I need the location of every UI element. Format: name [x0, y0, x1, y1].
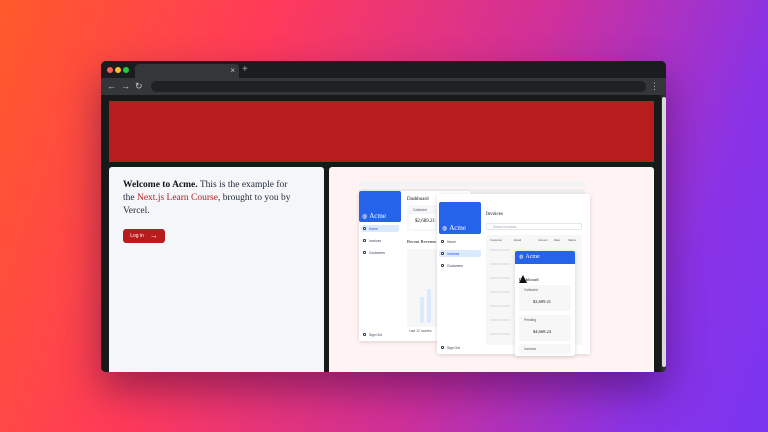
tablet-col-status: Status: [568, 238, 576, 242]
mouse-cursor-icon: [519, 275, 527, 283]
close-window-button[interactable]: [107, 67, 113, 73]
tablet-logo: ◍ Acme: [442, 224, 466, 232]
arrow-right-icon: →: [149, 231, 158, 240]
table-row: [490, 277, 510, 279]
globe-icon: ◍: [362, 213, 368, 220]
welcome-lead: Welcome to Acme.: [123, 180, 198, 190]
mobile-card-invoices: Invoices: [519, 344, 571, 354]
desktop-nav-customers-label: Customers: [369, 251, 385, 255]
users-icon: [363, 251, 366, 254]
tablet-nav-customers-label: Customers: [447, 264, 463, 268]
mobile-card-collected: Collected $2,689.21: [519, 285, 571, 311]
desktop-logo: ◍ Acme: [362, 212, 386, 220]
maximize-window-button[interactable]: [123, 67, 129, 73]
desktop-logo-box: ◍ Acme: [359, 191, 401, 222]
tablet-nav-home[interactable]: Home: [439, 238, 481, 245]
tablet-title: Invoices: [486, 212, 503, 217]
desktop-logo-text: Acme: [369, 212, 386, 220]
table-row: [490, 305, 510, 307]
mobile-header: ◍ Acme: [515, 251, 575, 264]
browser-window: × + ← → ↻ ⋮ Welcome to Acme. This is the…: [101, 61, 666, 372]
preview-panel: ◍ Acme Home Invoices Customers Sign Out D…: [329, 167, 654, 372]
reload-icon[interactable]: ↻: [135, 80, 143, 93]
mobile-card-value: $4,668.24: [533, 329, 551, 334]
globe-icon: ◍: [519, 255, 524, 260]
back-arrow-icon[interactable]: ←: [107, 80, 116, 93]
desktop-card-value: $2,689.21: [415, 219, 435, 224]
table-row: [490, 249, 510, 251]
mobile-card-pending: Pending $4,668.24: [519, 315, 571, 341]
mobile-card-value: $2,689.21: [533, 299, 551, 304]
desktop-chart: Last 12 months: [407, 249, 439, 333]
table-row: [490, 333, 510, 335]
tab-close-icon[interactable]: ×: [230, 65, 235, 77]
page-viewport: Welcome to Acme. This is the example for…: [101, 95, 666, 372]
welcome-text: Welcome to Acme. This is the example for…: [123, 179, 293, 218]
desktop-nav-invoices[interactable]: Invoices: [361, 237, 399, 244]
mobile-card-label: Invoices: [524, 347, 537, 351]
tablet-col-email: Email: [514, 238, 521, 242]
tablet-col-date: Date: [554, 238, 560, 242]
mobile-card-label: Collected: [524, 288, 538, 292]
desktop-nav-home-label: Home: [369, 227, 378, 231]
tablet-search[interactable]: Search invoices...: [486, 223, 582, 230]
login-label: Log in: [130, 233, 144, 239]
tablet-signout[interactable]: Sign Out: [439, 344, 481, 351]
document-icon: [441, 252, 444, 255]
browser-menu-icon[interactable]: ⋮: [650, 80, 659, 93]
tablet-signout-label: Sign Out: [447, 346, 460, 350]
power-icon: [441, 346, 444, 349]
table-row: [490, 319, 510, 321]
table-row: [490, 263, 510, 265]
desktop-chart-title: Recent Revenue: [407, 239, 437, 244]
scrollbar-thumb[interactable]: [662, 97, 666, 367]
desktop-card-label: Collected: [413, 208, 427, 212]
browser-toolbar: ← → ↻ ⋮: [101, 78, 666, 95]
desktop-card: Collected $2,689.21: [407, 205, 437, 231]
users-icon: [441, 264, 444, 267]
desktop-chart-bar-2: [427, 289, 431, 323]
address-bar[interactable]: [151, 81, 646, 92]
desktop-signout-label: Sign Out: [369, 333, 382, 337]
desktop-chart-footer: Last 12 months: [409, 329, 432, 333]
tablet-nav-invoices[interactable]: Invoices: [439, 250, 481, 257]
tablet-col-customer: Customer: [490, 238, 503, 242]
desktop-nav-customers[interactable]: Customers: [361, 249, 399, 256]
document-icon: [363, 239, 366, 242]
scrollbar-track[interactable]: [661, 95, 666, 372]
mobile-logo-text: Acme: [525, 254, 540, 260]
power-icon: [363, 333, 366, 336]
new-tab-button[interactable]: +: [242, 63, 248, 77]
mobile-card-label: Pending: [524, 318, 537, 322]
desktop-chart-bar: [420, 297, 424, 323]
desktop-title: Dashboard: [407, 197, 429, 202]
home-icon: [363, 227, 366, 230]
nextjs-learn-link[interactable]: Next.js Learn Course: [137, 193, 218, 203]
desktop-nav-home[interactable]: Home: [361, 225, 399, 232]
tablet-logo-text: Acme: [449, 224, 466, 232]
tablet-nav-customers[interactable]: Customers: [439, 262, 481, 269]
desktop-signout[interactable]: Sign Out: [361, 331, 399, 338]
tablet-logo-box: ◍ Acme: [439, 202, 481, 234]
table-row: [490, 291, 510, 293]
preview-frame-bar: [359, 181, 585, 187]
tablet-nav-home-label: Home: [447, 240, 456, 244]
mobile-logo: ◍ Acme: [519, 254, 540, 260]
browser-tab[interactable]: ×: [135, 64, 239, 78]
tablet-search-placeholder: Search invoices...: [493, 225, 520, 229]
tablet-col-amount: Amount: [538, 238, 548, 242]
forward-arrow-icon[interactable]: →: [121, 80, 130, 93]
tab-strip: × +: [101, 61, 666, 78]
mobile-mockup: ◍ Acme Dashboard Collected $2,689.21 Pend…: [515, 251, 575, 356]
login-button[interactable]: Log in →: [123, 229, 165, 243]
minimize-window-button[interactable]: [115, 67, 121, 73]
hero-banner: [109, 101, 654, 162]
globe-icon: ◍: [442, 225, 448, 232]
tablet-nav-invoices-label: Invoices: [447, 252, 460, 256]
desktop-nav-invoices-label: Invoices: [369, 239, 382, 243]
home-icon: [441, 240, 444, 243]
